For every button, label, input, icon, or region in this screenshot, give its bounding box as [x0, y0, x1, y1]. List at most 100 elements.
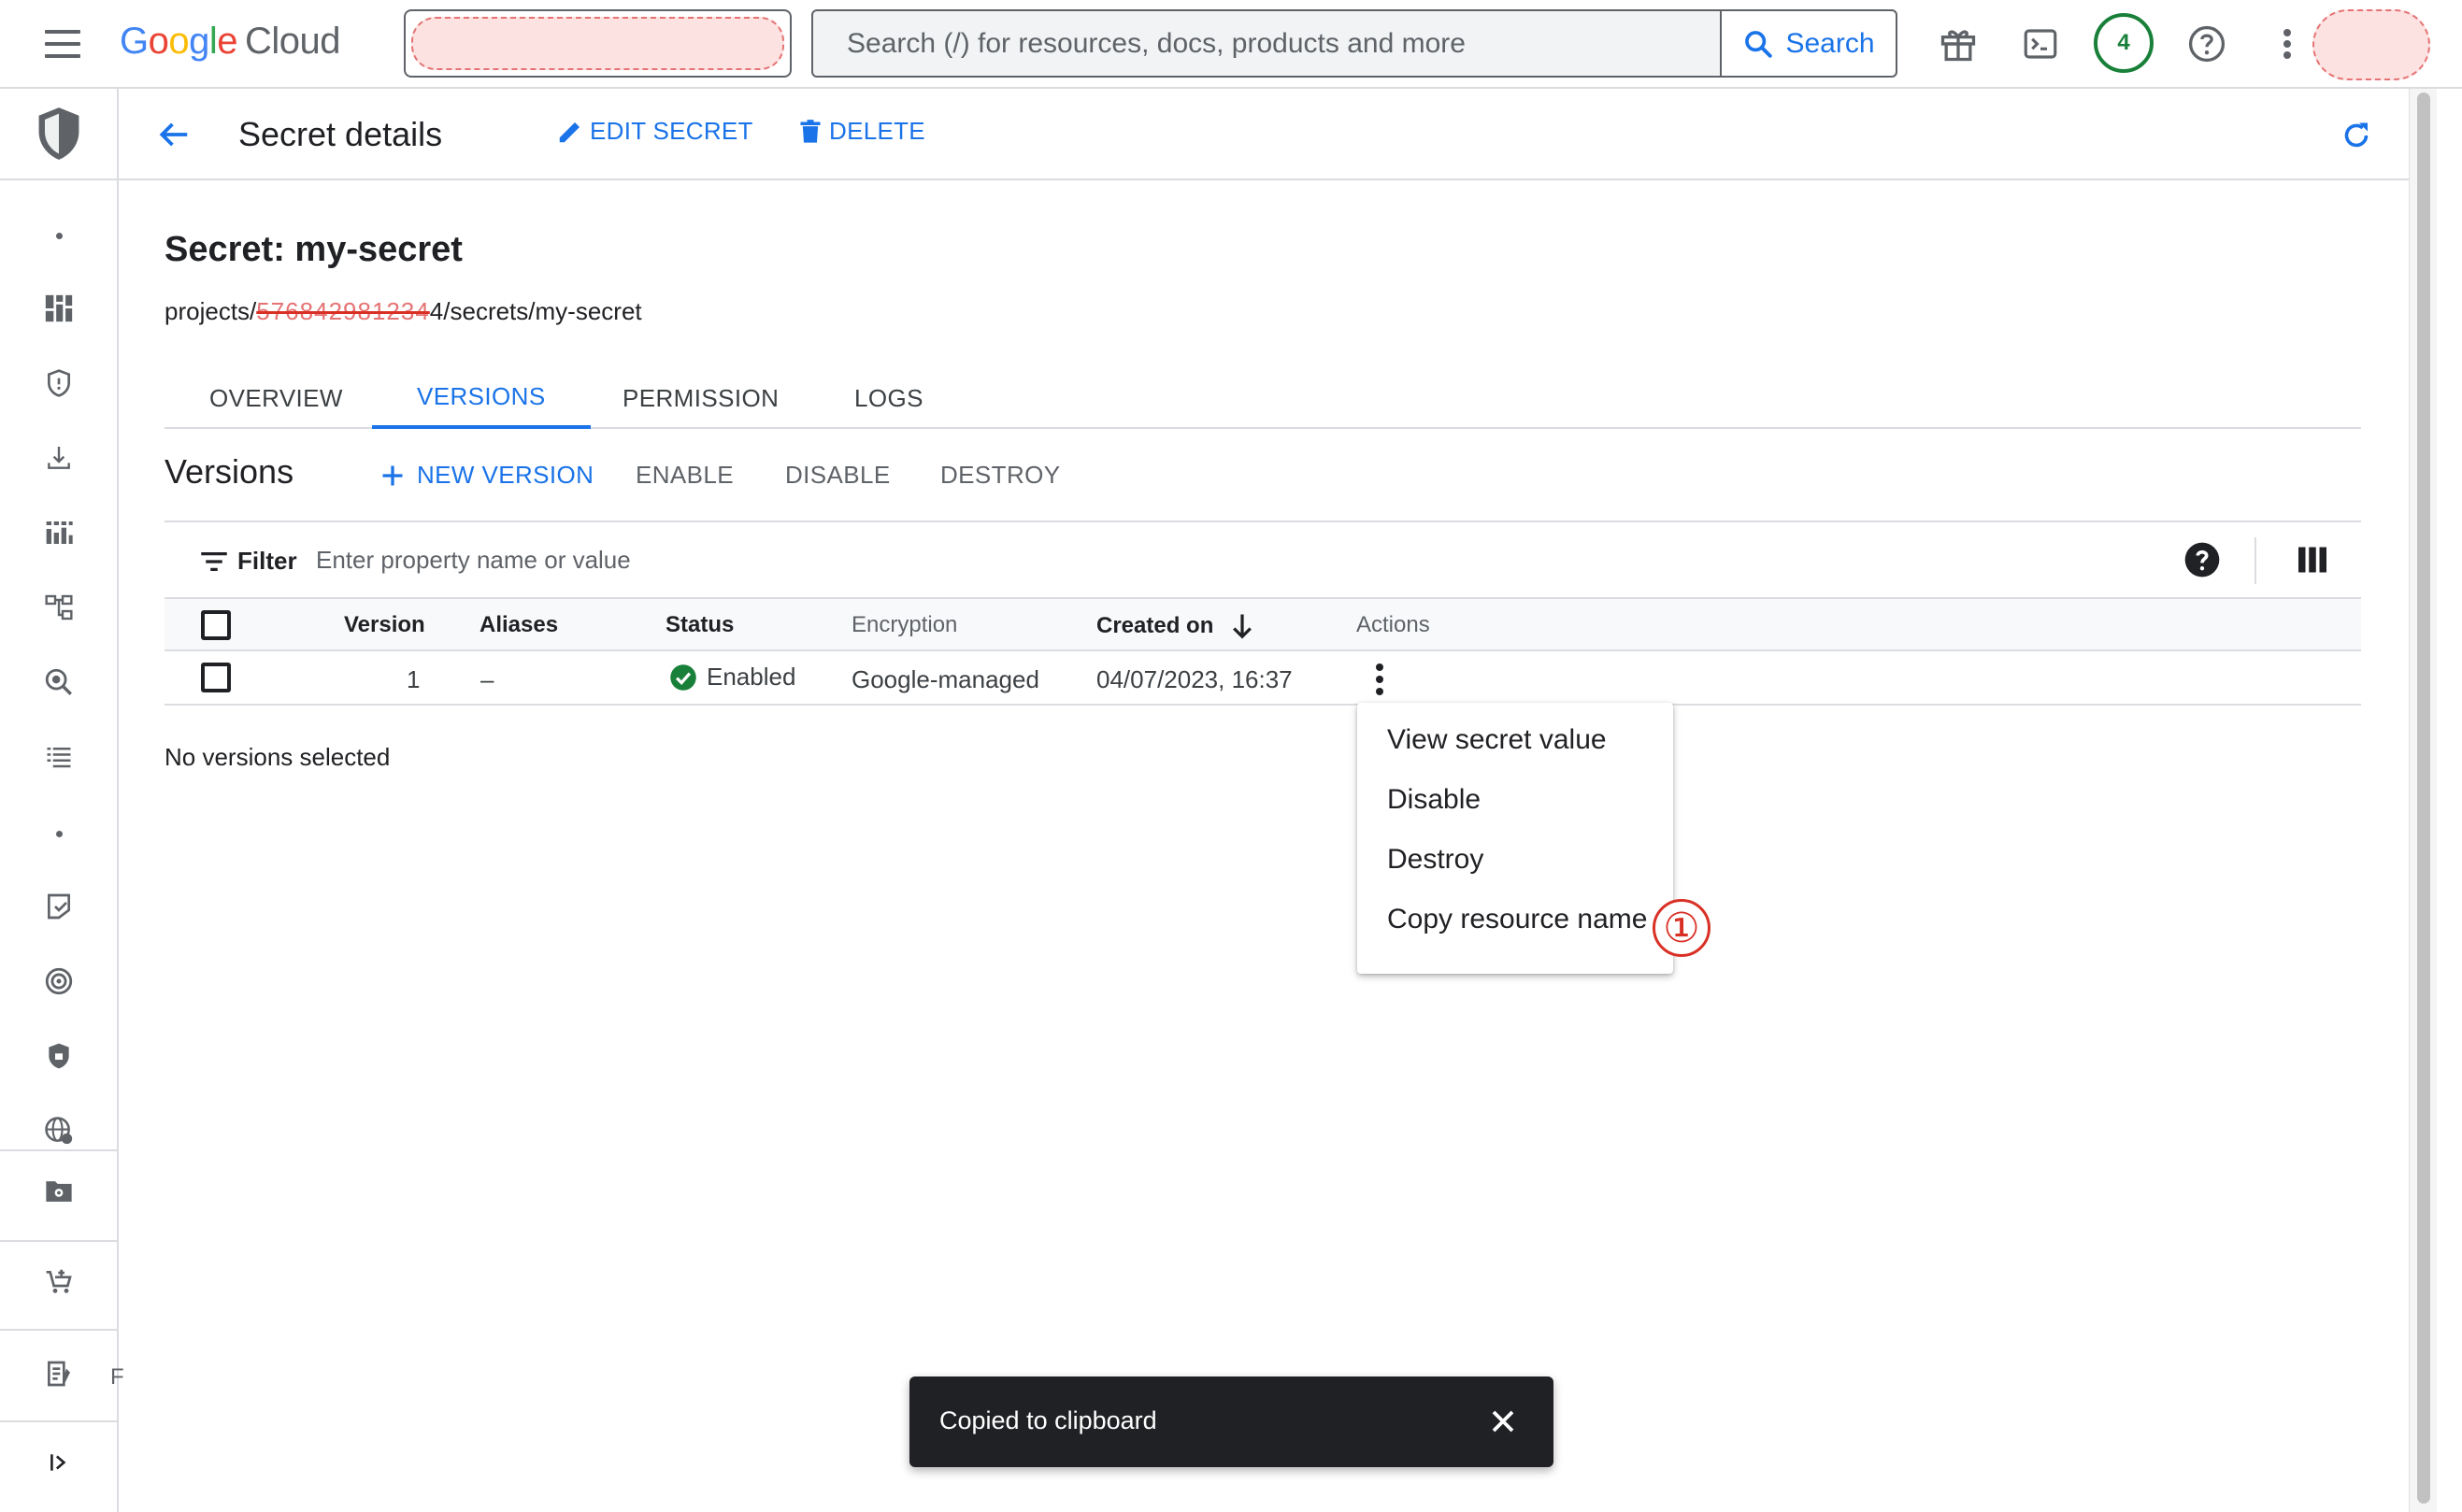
sidebar-dot [56, 831, 63, 837]
logo-letter: e [217, 21, 238, 62]
status-text: Enabled [707, 663, 796, 691]
top-bar: GoogleCloud Search 4 [0, 0, 2462, 89]
gift-icon[interactable] [1935, 21, 1982, 67]
tab-logs[interactable]: LOGS [809, 367, 968, 429]
release-notes-icon[interactable] [0, 1346, 117, 1402]
close-icon[interactable] [1484, 1403, 1522, 1440]
column-display-icon[interactable] [2296, 543, 2329, 577]
google-cloud-logo[interactable]: Google Cloud [120, 21, 341, 63]
enable-button[interactable]: ENABLE [636, 461, 734, 490]
sidebar-divider [0, 1240, 117, 1242]
filter-input[interactable] [316, 535, 2092, 584]
avatar[interactable] [2312, 9, 2430, 80]
more-vert-icon[interactable] [2264, 21, 2311, 67]
menu-item-copy-resource-name[interactable]: Copy resource name [1357, 890, 1673, 949]
notifications-badge[interactable]: 4 [2094, 13, 2154, 73]
column-header-status[interactable]: Status [666, 612, 734, 638]
destroy-button[interactable]: DESTROY [940, 461, 1060, 490]
project-picker[interactable] [404, 9, 792, 78]
help-icon[interactable] [2183, 541, 2221, 578]
resource-path-prefix: projects/ [165, 297, 257, 325]
logo-letter: o [168, 21, 190, 62]
column-header-encryption[interactable]: Encryption [852, 612, 957, 638]
tab-overview[interactable]: OVERVIEW [165, 367, 388, 429]
search-button-label: Search [1785, 27, 1875, 59]
menu-icon[interactable] [45, 30, 80, 58]
menu-item-disable[interactable]: Disable [1357, 770, 1673, 830]
delete-label: DELETE [829, 117, 925, 145]
versions-toolbar: Versions NEW VERSION ENABLE DISABLE DEST… [165, 429, 2361, 522]
resource-path: projects/5768429812344/secrets/my-secret [165, 297, 642, 326]
trash-icon [800, 119, 821, 143]
new-version-button[interactable]: NEW VERSION [379, 461, 594, 490]
filter-bar: Filter [165, 522, 2361, 599]
disable-button[interactable]: DISABLE [785, 461, 891, 490]
column-header-version[interactable]: Version [344, 612, 425, 638]
column-header-aliases[interactable]: Aliases [480, 612, 558, 638]
cell-version: 1 [407, 665, 421, 693]
cell-encryption: Google-managed [852, 665, 1039, 693]
sidebar-dot [56, 233, 63, 239]
terminal-icon[interactable] [2017, 21, 2064, 67]
refresh-icon[interactable] [2334, 113, 2379, 158]
expand-sidebar-icon[interactable] [0, 1434, 117, 1491]
menu-item-view-secret-value[interactable]: View secret value [1357, 710, 1673, 770]
sidebar-divider [0, 1420, 117, 1422]
created-on-label: Created on [1096, 613, 1214, 638]
secret-title: Secret: my-secret [165, 230, 463, 269]
hierarchy-icon[interactable] [0, 579, 117, 635]
select-all-checkbox[interactable] [201, 610, 231, 640]
column-header-actions: Actions [1356, 612, 1430, 637]
page-title: Secret details [238, 115, 443, 153]
step-marker: ① [1653, 899, 1711, 957]
tab-bar: OVERVIEW VERSIONS PERMISSION LOGS [165, 367, 2361, 429]
snackbar-message: Copied to clipboard [939, 1406, 1157, 1434]
row-checkbox[interactable] [201, 663, 231, 692]
certificate-icon[interactable] [0, 878, 117, 934]
column-header-created-on[interactable]: Created on [1096, 612, 1254, 640]
download-icon[interactable] [0, 430, 117, 486]
resource-path-suffix: 4/secrets/my-secret [429, 297, 642, 325]
table-header: Version Aliases Status Encryption Create… [165, 599, 2361, 651]
marketplace-cart-icon[interactable] [0, 1254, 117, 1310]
filter-icon [201, 551, 227, 571]
cell-aliases: – [480, 665, 494, 693]
scrollbar-thumb[interactable] [2417, 93, 2430, 1504]
search-security-icon[interactable] [0, 654, 117, 710]
tab-versions[interactable]: VERSIONS [372, 367, 591, 429]
edit-secret-button[interactable]: EDIT SECRET [556, 117, 753, 146]
redacted-project-number: 576842981234 [256, 297, 430, 325]
new-version-label: NEW VERSION [417, 461, 594, 489]
sort-arrow-down-icon [1233, 614, 1252, 639]
row-actions-more-icon[interactable] [1361, 659, 1398, 700]
snackbar: Copied to clipboard [909, 1376, 1553, 1467]
edit-secret-label: EDIT SECRET [590, 117, 753, 145]
bar-chart-icon[interactable] [0, 505, 117, 561]
folder-settings-icon[interactable] [0, 1163, 117, 1220]
list-icon[interactable] [0, 729, 117, 785]
search-button[interactable]: Search [1720, 11, 1896, 76]
delete-button[interactable]: DELETE [797, 117, 925, 146]
menu-item-destroy[interactable]: Destroy [1357, 830, 1673, 890]
search-icon [1745, 30, 1773, 58]
target-icon[interactable] [0, 953, 117, 1009]
selection-status: No versions selected [165, 743, 391, 771]
back-arrow-icon[interactable] [151, 112, 196, 157]
sidebar-divider [0, 1149, 117, 1151]
shield-lock-icon[interactable] [0, 1028, 117, 1084]
filter-divider [2254, 537, 2256, 584]
logo-letter: g [189, 21, 209, 62]
shield-alert-icon[interactable] [0, 355, 117, 411]
filter-label: Filter [237, 547, 297, 575]
dashboard-icon[interactable] [0, 280, 117, 336]
product-sidebar [0, 89, 119, 1512]
security-product-icon[interactable] [0, 89, 117, 180]
tab-permission[interactable]: PERMISSION [578, 367, 823, 429]
cell-created-on: 04/07/2023, 16:37 [1096, 665, 1293, 693]
search-box: Search [811, 9, 1897, 78]
help-circle-icon[interactable] [2183, 21, 2230, 67]
filter-button[interactable]: Filter [200, 547, 297, 576]
search-input[interactable] [815, 13, 1722, 74]
logo-product: Cloud [245, 21, 341, 62]
vertical-scrollbar[interactable] [2409, 89, 2437, 1512]
